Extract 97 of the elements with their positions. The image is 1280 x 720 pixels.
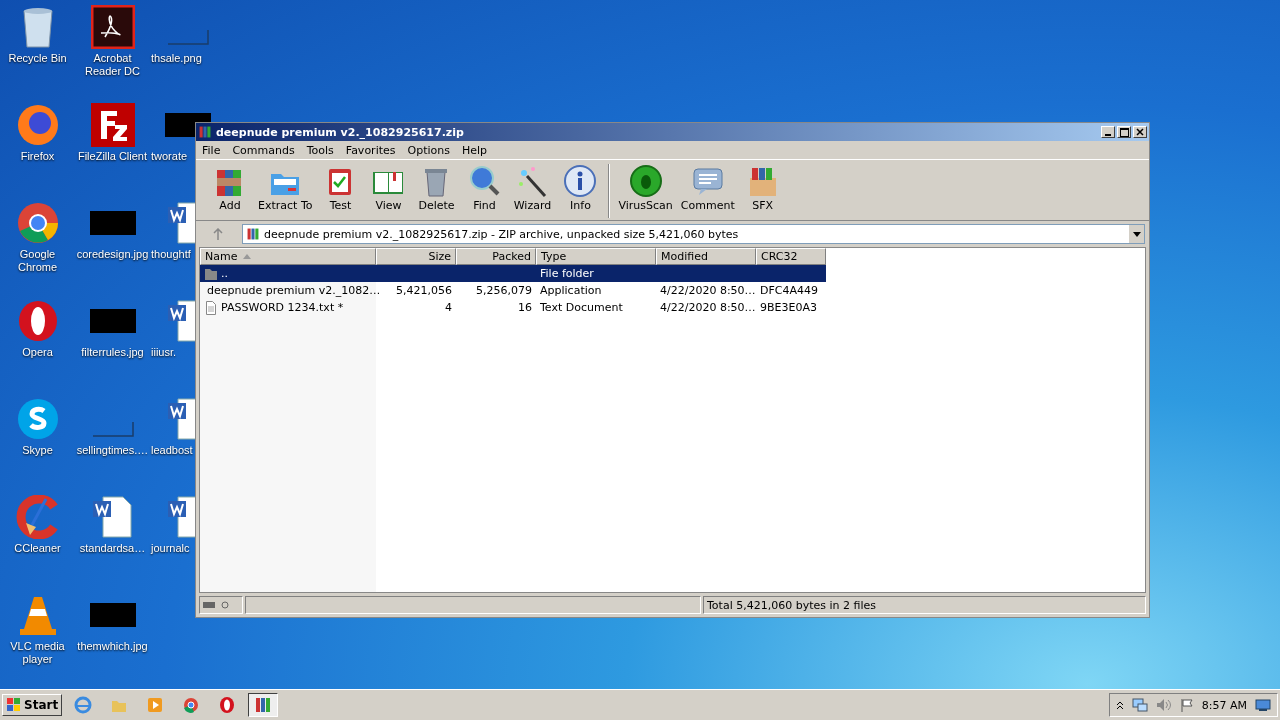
desktop-icon-label[interactable]: Google Chrome (1, 248, 74, 274)
menu-item[interactable]: File (196, 143, 227, 157)
table-cell-text: 9BE3E0A3 (759, 300, 818, 316)
virus-icon (628, 164, 663, 198)
menu-item[interactable]: Tools (300, 143, 340, 157)
firefox-icon (15, 103, 60, 147)
desktop-icon-label[interactable]: standardsa… (79, 542, 146, 555)
desktop-icon-label[interactable]: coredesign.jpg (76, 248, 149, 261)
table-cell-text: DFC4A449 (759, 283, 819, 299)
toolbar-button[interactable]: View (364, 164, 413, 212)
clock[interactable]: 8:57 AM (1201, 698, 1247, 712)
desktop-icon-label[interactable]: Acrobat Reader DC (76, 52, 149, 78)
info-icon (563, 164, 598, 198)
desktop-icon-label[interactable]: leadbost (150, 444, 193, 457)
status-text: Total 5,421,060 bytes in 2 files (703, 596, 1146, 614)
menu-item[interactable]: Options (401, 143, 456, 157)
table-cell-text: 5,256,079 (475, 283, 533, 299)
toolbar-button[interactable]: Extract To (254, 164, 317, 212)
filezilla-icon (90, 103, 135, 147)
chrome-icon (182, 696, 201, 714)
file-row-name[interactable]: .. (200, 265, 376, 282)
windows-logo-icon (6, 697, 22, 713)
find-icon (467, 164, 502, 198)
desktop-icon-label[interactable]: filterrules.jpg (81, 346, 144, 359)
column-header[interactable]: Packed (456, 248, 536, 265)
column-header[interactable]: Type (536, 248, 656, 265)
path-field[interactable]: deepnude premium v2._1082925617.zip - ZIP archive, unpacked size 5,421,060 bytes (242, 224, 1145, 244)
drive-status-icon (199, 596, 243, 614)
ie-icon (74, 696, 93, 714)
network-icon[interactable] (1131, 698, 1148, 712)
desktop-icon-label[interactable]: Recycle Bin (8, 52, 67, 65)
close-icon (1136, 128, 1144, 136)
winrar-icon (254, 696, 273, 714)
taskbar-button[interactable] (248, 693, 279, 717)
close-button[interactable] (1133, 126, 1147, 138)
toolbar-button[interactable]: Test (316, 164, 365, 212)
desktop-icon-label[interactable]: FileZilla Client (77, 150, 148, 163)
flag-icon[interactable] (1179, 698, 1194, 712)
desktop-icon-label[interactable]: Firefox (20, 150, 55, 163)
toolbar-button[interactable]: VirusScan (614, 164, 677, 212)
desktop-icon-label[interactable]: tworate (150, 150, 188, 163)
column-header[interactable]: CRC32 (756, 248, 826, 265)
toolbar-button[interactable]: Wizard (508, 164, 557, 212)
show-desktop-icon[interactable] (1255, 698, 1271, 712)
table-cell-text: 4 (444, 300, 453, 316)
toolbar-button[interactable]: Add (206, 164, 254, 212)
menu-item[interactable]: Favorites (339, 143, 402, 157)
acrobat-icon (90, 5, 135, 49)
window-title: deepnude premium v2._1082925617.zip (216, 125, 464, 139)
word-document-icon (90, 495, 135, 539)
column-header[interactable]: Modified (656, 248, 756, 265)
maximize-button[interactable] (1117, 126, 1131, 138)
desktop-icon-label[interactable]: thsale.png (150, 52, 202, 65)
toolbar-button[interactable]: SFX (738, 164, 787, 212)
opera-icon (218, 696, 237, 714)
toolbar-button[interactable]: Find (460, 164, 509, 212)
sort-arrow-icon (243, 254, 252, 259)
desktop-icon-label[interactable]: thoughtf (150, 248, 191, 261)
table-cell-text: 4/22/2020 8:50… (659, 300, 756, 316)
desktop-icon-label[interactable]: sellingtimes.… (76, 444, 149, 457)
toolbar-button[interactable]: Comment (676, 164, 739, 212)
desktop-icon-label[interactable]: journalc (150, 542, 190, 555)
desktop-icon-label[interactable]: CCleaner (14, 542, 61, 555)
desktop-icon-label[interactable]: VLC media player (1, 640, 74, 666)
ccleaner-icon (15, 495, 60, 539)
table-cell-text: 16 (517, 300, 533, 316)
desktop-icon-label[interactable]: themwhich.jpg (77, 640, 148, 653)
text-file-icon (204, 300, 218, 315)
archive-icon (246, 227, 260, 241)
skype-icon (15, 397, 60, 441)
toolbar-button[interactable]: Delete (412, 164, 461, 212)
table-cell: File folder (536, 265, 656, 282)
menu-item[interactable]: Help (455, 143, 494, 157)
table-cell (756, 265, 826, 282)
caret-icon (1132, 231, 1141, 237)
file-row-name[interactable]: PASSWORD 1234.txt * (200, 299, 376, 316)
chrome-icon (15, 201, 60, 245)
table-cell-text: Application (539, 283, 603, 299)
start-button[interactable]: Start (2, 694, 63, 716)
chevron-up-icon[interactable] (1115, 700, 1124, 710)
archive-icon (198, 125, 212, 139)
menu-item[interactable]: Commands (226, 143, 301, 157)
maximize-icon (1119, 127, 1129, 137)
desktop-icon-label[interactable]: Skype (22, 444, 53, 457)
table-cell-text: 4/22/2020 8:50… (659, 283, 756, 299)
column-header[interactable]: Size (376, 248, 456, 265)
media-icon (146, 696, 165, 714)
desktop-icon-label[interactable]: iiiusr. (150, 346, 177, 359)
desktop-icon-label[interactable]: Opera (22, 346, 53, 359)
path-text: deepnude premium v2._1082925617.zip - ZIP archive, unpacked size 5,421,060 bytes (264, 227, 739, 241)
dropdown-button[interactable] (1129, 225, 1144, 243)
column-header[interactable]: Name (200, 248, 376, 265)
minimize-button[interactable] (1101, 126, 1115, 138)
toolbar-button[interactable]: Info (556, 164, 605, 212)
table-cell-text: 5,421,056 (395, 283, 453, 299)
folder-icon (204, 266, 218, 281)
table-cell-text: Text Document (539, 300, 624, 316)
